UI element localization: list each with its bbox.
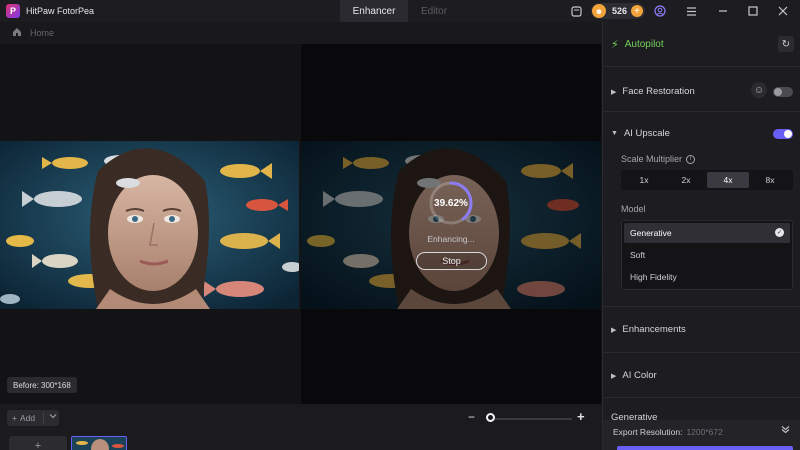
chevron-right-icon: ▶	[611, 326, 617, 334]
export-resolution-bar[interactable]: Export Resolution: 1200*672	[603, 420, 800, 450]
image-thumbnail[interactable]	[71, 436, 127, 450]
divider	[603, 66, 800, 67]
title-bar: P HitPaw FotorPea Enhancer Editor ☻ 526 …	[0, 0, 800, 22]
ai-upscale-toggle[interactable]	[773, 129, 793, 139]
breadcrumb: Home	[0, 22, 602, 44]
section-enhancements[interactable]: ▶ Enhancements	[611, 324, 686, 335]
status-text: Enhancing...	[427, 234, 475, 244]
before-label: Before: 300*168	[7, 377, 77, 393]
scale-option-8x[interactable]: 8x	[749, 172, 791, 188]
face-icon[interactable]: ☺	[751, 82, 767, 98]
add-button[interactable]: + Add	[7, 410, 59, 426]
coin-icon: ☻	[592, 4, 606, 18]
scale-selector: 1x 2x 4x 8x	[621, 170, 793, 190]
lightning-icon: ⚡	[611, 39, 619, 51]
app-logo-icon: P	[6, 4, 20, 18]
model-option-label: Generative	[630, 228, 672, 238]
bottom-toolbar: + Add − + +	[0, 404, 602, 450]
ai-color-label: AI Color	[622, 370, 657, 381]
chevron-down-icon: ▼	[611, 130, 618, 137]
export-resolution: Export Resolution: 1200*672	[613, 427, 723, 437]
refresh-icon: ↻	[781, 38, 791, 50]
progress-percent: 39.62%	[434, 197, 468, 209]
export-resolution-label: Export Resolution:	[613, 427, 683, 437]
zoom-out-icon[interactable]: −	[468, 410, 475, 424]
scale-option-4x[interactable]: 4x	[707, 172, 749, 188]
zoom-slider[interactable]	[492, 418, 572, 420]
chevron-right-icon: ▶	[611, 88, 617, 96]
minimize-icon[interactable]	[715, 3, 731, 19]
progress-ring: 39.62%	[428, 180, 474, 226]
enhancements-label: Enhancements	[622, 324, 686, 335]
scale-option-1x[interactable]: 1x	[623, 172, 665, 188]
model-option-label: Soft	[630, 250, 646, 260]
credits-badge[interactable]: ☻ 526 +	[591, 3, 645, 19]
before-image	[0, 141, 299, 309]
after-canvas: 39.62% Enhancing... Stop	[301, 44, 601, 404]
divider	[43, 412, 44, 424]
info-icon[interactable]: i	[686, 155, 696, 165]
scale-option-2x[interactable]: 2x	[665, 172, 707, 188]
credits-count: 526	[612, 6, 628, 16]
scale-multiplier-label: Scale Multiplier	[621, 154, 683, 164]
scale-multiplier-heading: Scale Multiplier i	[621, 154, 696, 165]
stop-button[interactable]: Stop	[416, 252, 487, 270]
face-restoration-toggle[interactable]	[773, 87, 793, 97]
divider	[603, 111, 800, 112]
model-option-generative[interactable]: Generative ✓	[624, 223, 790, 243]
add-label: Add	[19, 413, 36, 423]
chevron-right-icon: ▶	[611, 372, 617, 380]
breadcrumb-home[interactable]: Home	[30, 28, 54, 38]
autopilot-label: Autopilot	[624, 39, 664, 50]
user-icon[interactable]	[652, 3, 668, 19]
divider	[603, 352, 800, 353]
home-icon[interactable]	[12, 27, 22, 40]
model-option-label: High Fidelity	[630, 272, 677, 282]
chevron-double-down-icon[interactable]	[781, 425, 790, 436]
zoom-slider-handle[interactable]	[486, 413, 495, 422]
section-ai-color[interactable]: ▶ AI Color	[611, 370, 657, 381]
zoom-in-icon[interactable]: +	[577, 409, 585, 424]
add-image-thumbnail[interactable]: +	[9, 436, 67, 450]
divider	[603, 306, 800, 307]
model-option-soft[interactable]: Soft	[624, 245, 790, 265]
model-option-high-fidelity[interactable]: High Fidelity	[624, 267, 790, 287]
close-icon[interactable]	[775, 3, 791, 19]
maximize-icon[interactable]	[745, 3, 761, 19]
settings-panel: ⚡ Autopilot ↻ ▶ Face Restoration ☺ ▼ AI …	[602, 22, 800, 450]
chevron-down-icon[interactable]	[49, 412, 57, 422]
message-icon[interactable]	[568, 3, 584, 19]
model-list: Generative ✓ Soft High Fidelity	[621, 220, 793, 290]
menu-icon[interactable]	[683, 3, 699, 19]
tab-editor[interactable]: Editor	[400, 0, 468, 22]
app-name: HitPaw FotorPea	[26, 6, 95, 16]
before-canvas: Before: 300*168	[0, 44, 299, 404]
model-label: Model	[621, 204, 646, 214]
plus-icon[interactable]: +	[631, 5, 643, 17]
plus-icon: +	[12, 413, 17, 423]
refresh-button[interactable]: ↻	[778, 36, 794, 52]
export-button-edge[interactable]	[617, 446, 793, 450]
section-ai-upscale[interactable]: ▼ AI Upscale	[611, 128, 670, 139]
divider	[603, 397, 800, 398]
section-face-restoration[interactable]: ▶ Face Restoration	[611, 86, 695, 97]
export-resolution-value: 1200*672	[686, 427, 723, 437]
check-icon: ✓	[775, 228, 784, 237]
tab-enhancer[interactable]: Enhancer	[340, 0, 408, 22]
autopilot[interactable]: ⚡ Autopilot	[611, 38, 664, 51]
face-restoration-label: Face Restoration	[622, 86, 695, 97]
ai-upscale-label: AI Upscale	[623, 128, 670, 139]
